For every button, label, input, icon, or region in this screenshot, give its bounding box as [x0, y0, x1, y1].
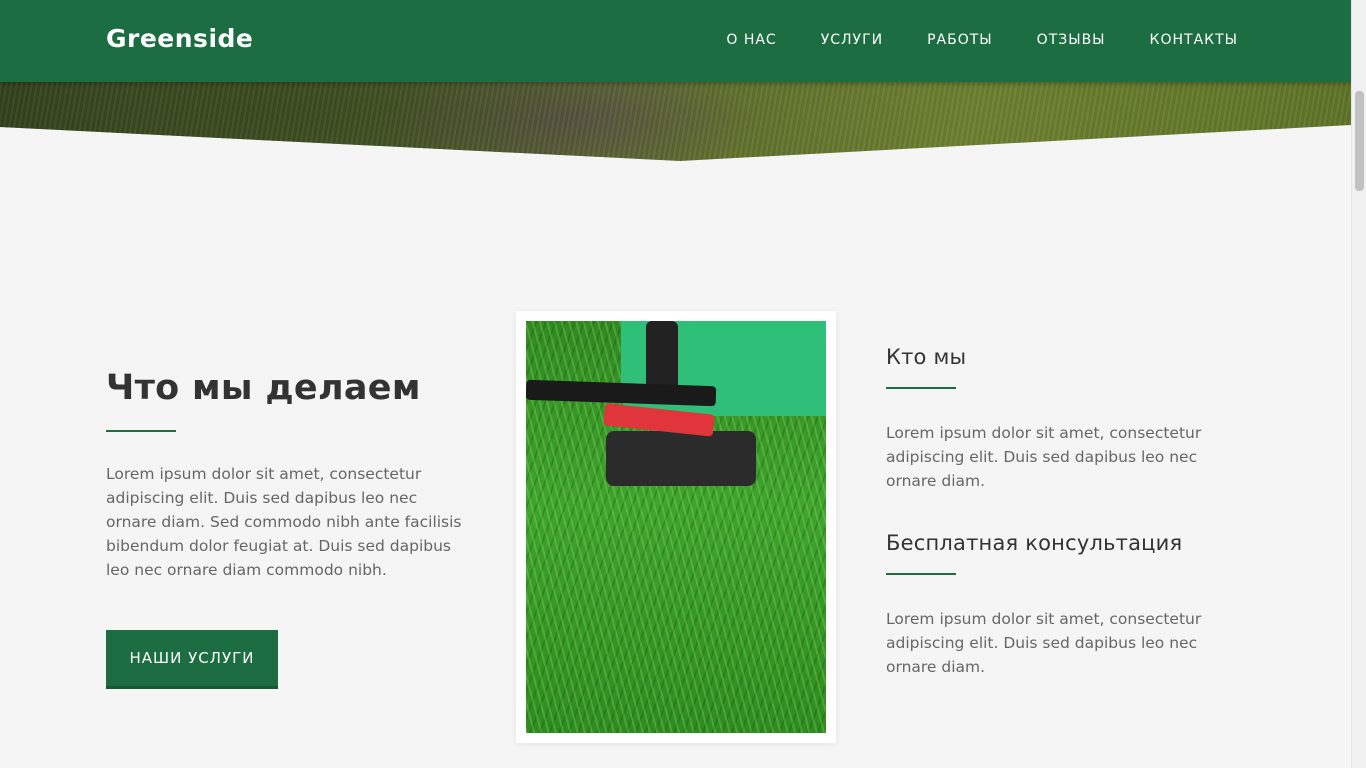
who-we-are-text: Lorem ipsum dolor sit amet, consectetur … — [886, 424, 1202, 490]
nav-item-reviews[interactable]: ОТЗЫВЫ — [1037, 32, 1106, 48]
free-consult-text: Lorem ipsum dolor sit amet, consectetur … — [886, 610, 1202, 676]
mower-post — [646, 321, 678, 393]
nav-item-about[interactable]: О НАС — [726, 32, 776, 48]
about-column: Кто мы Lorem ipsum dolor sit amet, conse… — [886, 345, 1236, 679]
free-consult-title: Бесплатная консультация — [886, 531, 1183, 555]
mower-wheel — [606, 431, 756, 486]
what-we-do-section: Что мы делаем Lorem ipsum dolor sit amet… — [106, 368, 466, 686]
what-we-do-title: Что мы делаем — [106, 368, 421, 408]
top-navbar: Greenside О НАС УСЛУГИ РАБОТЫ ОТЗЫВЫ КОН… — [0, 0, 1351, 82]
title-divider — [886, 573, 956, 575]
who-we-are-title: Кто мы — [886, 345, 967, 369]
lawn-mower-photo — [526, 321, 826, 733]
our-services-button[interactable]: НАШИ УСЛУГИ — [106, 630, 278, 686]
what-we-do-text: Lorem ipsum dolor sit amet, consectetur … — [106, 465, 462, 579]
nav-item-contacts[interactable]: КОНТАКТЫ — [1150, 32, 1238, 48]
nav-item-services[interactable]: УСЛУГИ — [821, 32, 883, 48]
photo-frame — [516, 311, 836, 743]
title-divider — [106, 430, 176, 432]
scrollbar-thumb[interactable] — [1355, 91, 1364, 191]
nav-menu: О НАС УСЛУГИ РАБОТЫ ОТЗЫВЫ КОНТАКТЫ — [682, 32, 1238, 48]
page: Greenside О НАС УСЛУГИ РАБОТЫ ОТЗЫВЫ КОН… — [0, 0, 1351, 768]
title-divider — [886, 387, 956, 389]
nav-item-works[interactable]: РАБОТЫ — [927, 32, 993, 48]
page-scrollbar[interactable] — [1351, 0, 1366, 768]
brand-logo[interactable]: Greenside — [106, 24, 253, 53]
